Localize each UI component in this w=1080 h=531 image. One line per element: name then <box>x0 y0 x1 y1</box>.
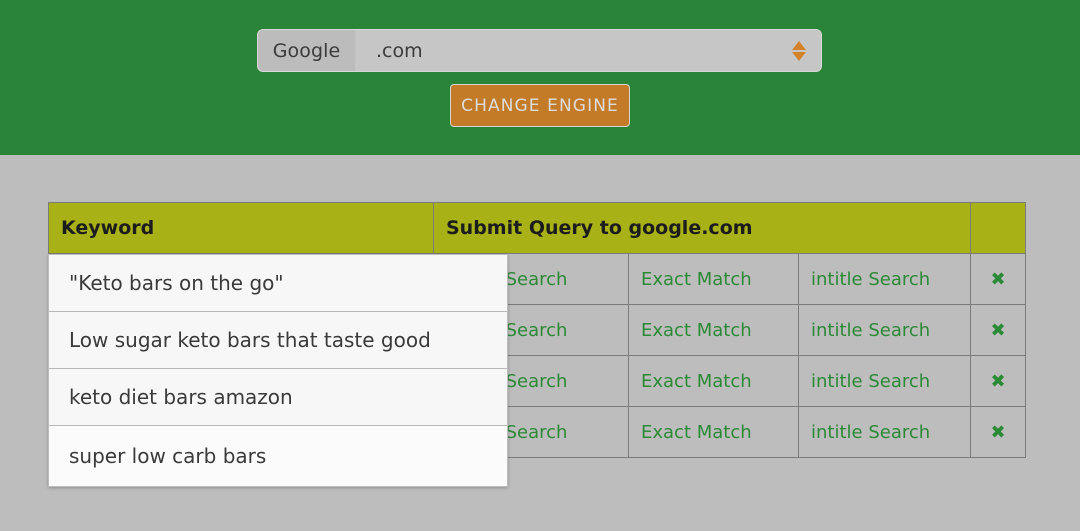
delete-row-cell[interactable]: ✖ <box>970 406 1026 458</box>
suggestion-item[interactable]: "Keto bars on the go" <box>49 255 507 312</box>
table-header: Keyword Submit Query to google.com <box>48 202 1026 254</box>
select-spinner[interactable] <box>777 30 821 71</box>
header-actions <box>970 202 1026 254</box>
engine-name-label: Google <box>258 30 355 71</box>
suggestion-item[interactable]: keto diet bars amazon <box>49 369 507 426</box>
header-keyword: Keyword <box>48 202 434 254</box>
engine-domain-value[interactable]: .com <box>355 30 777 71</box>
header-submit-query: Submit Query to google.com <box>433 202 971 254</box>
search-engine-select[interactable]: Google .com <box>257 29 822 72</box>
table-header-row: Keyword Submit Query to google.com <box>48 202 1026 254</box>
triangle-down-icon[interactable] <box>792 51 806 61</box>
keyword-suggestion-dropdown[interactable]: "Keto bars on the go" Low sugar keto bars… <box>48 254 508 487</box>
change-engine-button[interactable]: CHANGE ENGINE <box>450 84 630 127</box>
link-intitle-search[interactable]: intitle Search <box>798 406 971 458</box>
suggestion-item[interactable]: super low carb bars <box>49 426 507 486</box>
triangle-up-icon[interactable] <box>792 40 806 50</box>
engine-selection-bar: Google .com CHANGE ENGINE <box>0 0 1080 155</box>
delete-row-icon[interactable]: ✖ <box>990 269 1005 290</box>
suggestion-item[interactable]: Low sugar keto bars that taste good <box>49 312 507 369</box>
delete-row-cell[interactable]: ✖ <box>970 304 1026 356</box>
delete-row-cell[interactable]: ✖ <box>970 253 1026 305</box>
delete-row-cell[interactable]: ✖ <box>970 355 1026 407</box>
link-intitle-search[interactable]: intitle Search <box>798 253 971 305</box>
link-intitle-search[interactable]: intitle Search <box>798 304 971 356</box>
link-exact-match[interactable]: Exact Match <box>628 355 799 407</box>
link-exact-match[interactable]: Exact Match <box>628 406 799 458</box>
delete-row-icon[interactable]: ✖ <box>990 422 1005 443</box>
delete-row-icon[interactable]: ✖ <box>990 371 1005 392</box>
link-exact-match[interactable]: Exact Match <box>628 253 799 305</box>
link-exact-match[interactable]: Exact Match <box>628 304 799 356</box>
delete-row-icon[interactable]: ✖ <box>990 320 1005 341</box>
link-intitle-search[interactable]: intitle Search <box>798 355 971 407</box>
